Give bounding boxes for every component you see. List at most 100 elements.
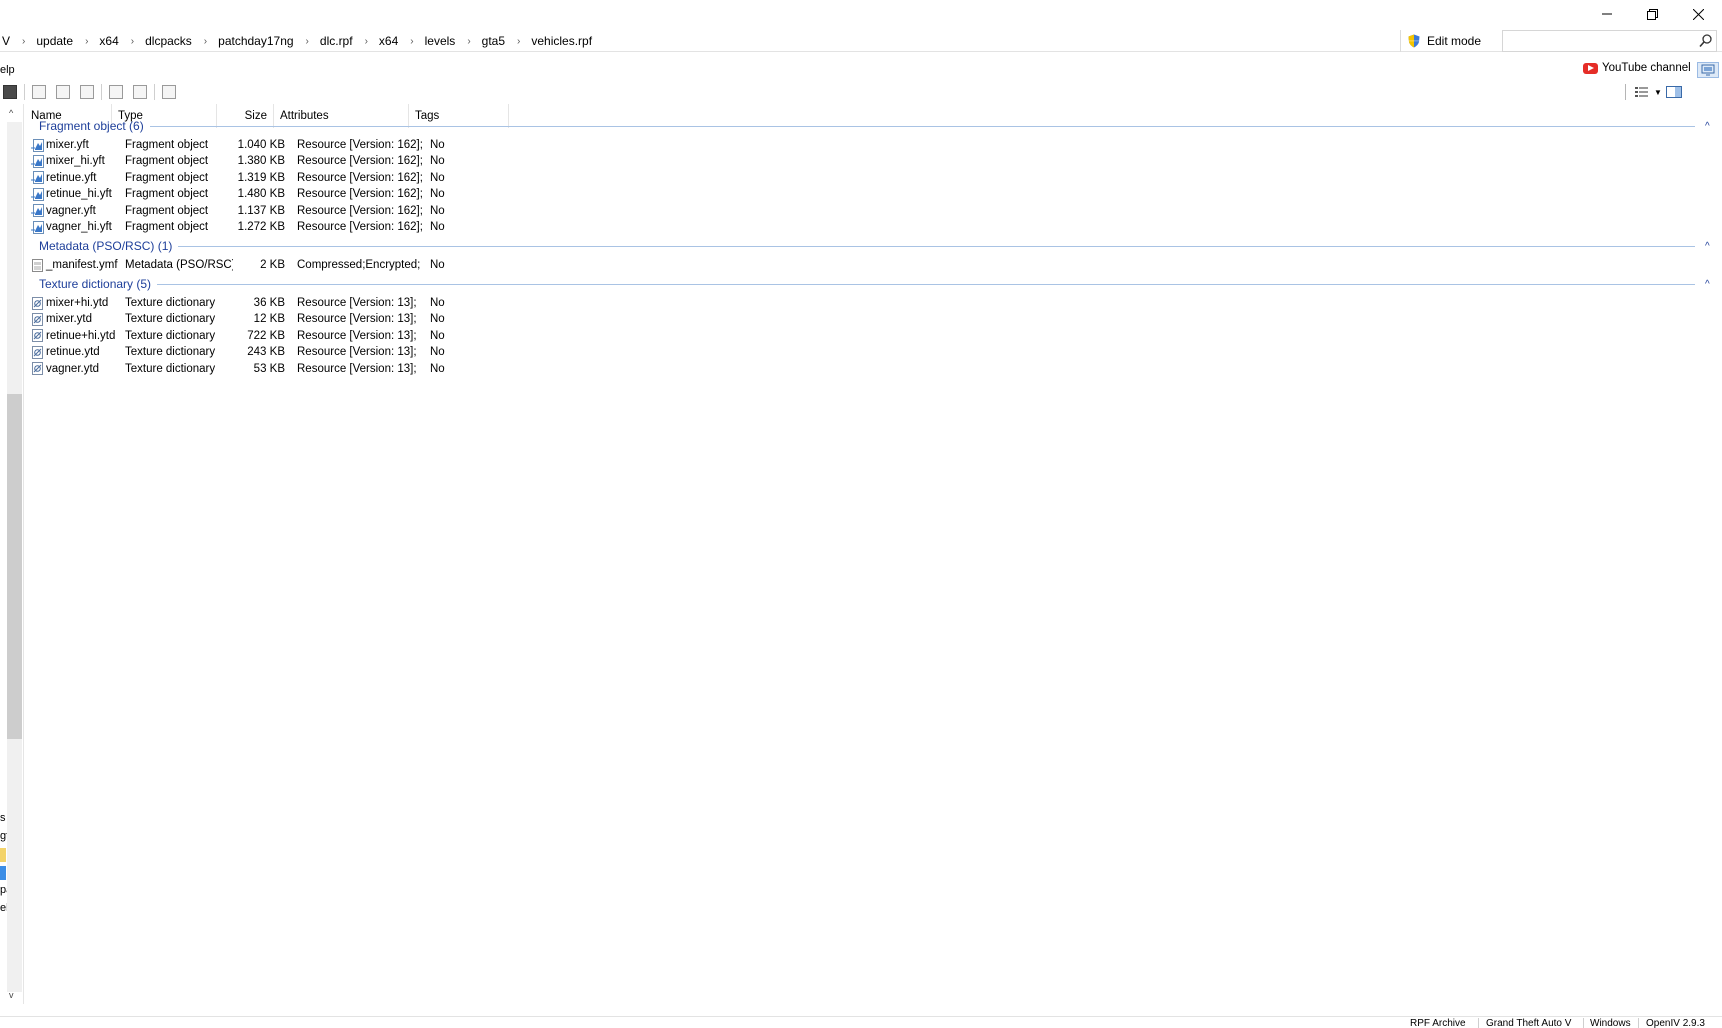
- search-input[interactable]: [1503, 31, 1688, 51]
- minimize-icon: [1602, 13, 1612, 15]
- menu-help-partial[interactable]: elp: [0, 64, 15, 76]
- view-details-icon[interactable]: [1634, 85, 1650, 99]
- file-tags: No: [430, 329, 445, 342]
- file-name: mixer+hi.ytd: [46, 297, 109, 309]
- document-icon[interactable]: [56, 85, 70, 99]
- breadcrumb-chevron-icon[interactable]: ›: [355, 36, 377, 47]
- file-name-cell[interactable]: vagner.yft: [25, 204, 119, 218]
- chevron-down-icon[interactable]: v: [9, 990, 14, 1000]
- text-icon[interactable]: [80, 85, 94, 99]
- file-name-cell[interactable]: _manifest.ymf: [25, 258, 119, 272]
- group-header[interactable]: Texture dictionary (5) ^: [25, 274, 1715, 294]
- breadcrumb-item[interactable]: x64: [97, 34, 120, 48]
- breadcrumb-item[interactable]: gta5: [480, 34, 507, 48]
- group-header[interactable]: Fragment object (6) ^: [25, 116, 1715, 136]
- breadcrumb-item[interactable]: update: [34, 34, 75, 48]
- file-row[interactable]: _manifest.ymf Metadata (PSO/RSC) 2 KB Compr…: [25, 256, 514, 274]
- file-name: _manifest.ymf: [46, 259, 118, 271]
- youtube-channel-link[interactable]: YouTube channel: [1583, 62, 1691, 74]
- breadcrumb-partial[interactable]: V: [0, 34, 12, 48]
- file-name: retinue.yft: [46, 171, 97, 184]
- view-tools: ▼: [1625, 82, 1682, 102]
- file-row[interactable]: mixer+hi.ytd Texture dictionary 36 KB Resou…: [25, 294, 514, 312]
- breadcrumb-chevron-icon[interactable]: ›: [457, 36, 479, 47]
- file-row[interactable]: retinue.yft Fragment object 1.319 KB Resour…: [25, 169, 514, 187]
- chevron-up-icon[interactable]: ^: [1705, 279, 1715, 290]
- preview-pane-icon[interactable]: [1665, 85, 1682, 99]
- file-row[interactable]: retinue.ytd Texture dictionary 243 KB Resou…: [25, 343, 514, 361]
- breadcrumb-item[interactable]: patchday17ng: [216, 34, 295, 48]
- file-row[interactable]: vagner.yft Fragment object 1.137 KB Resourc…: [25, 202, 514, 220]
- edit-mode-button[interactable]: Edit mode: [1400, 30, 1502, 52]
- breadcrumb-item[interactable]: vehicles.rpf: [529, 34, 594, 48]
- close-button[interactable]: [1675, 0, 1721, 28]
- file-name-cell[interactable]: retinue.yft: [25, 171, 119, 185]
- file-row[interactable]: mixer_hi.yft Fragment object 1.380 KB Resou…: [25, 152, 514, 170]
- breadcrumb-item[interactable]: levels: [423, 34, 458, 48]
- file-row[interactable]: retinue_hi.yft Fragment object 1.480 KB Res…: [25, 185, 514, 203]
- file-name: vagner.yft: [46, 204, 96, 217]
- status-version: OpenIV 2.9.3: [1646, 1018, 1705, 1028]
- nav-scroll-thumb[interactable]: [7, 394, 22, 739]
- group-header[interactable]: Metadata (PSO/RSC) (1) ^: [25, 236, 1715, 256]
- file-tags: No: [430, 297, 445, 309]
- file-tags: No: [430, 221, 445, 233]
- minimize-button[interactable]: [1584, 0, 1630, 28]
- nav-item-partial[interactable]: el: [0, 902, 7, 914]
- nav-scrollbar[interactable]: [7, 122, 22, 992]
- find-icon[interactable]: [32, 85, 46, 99]
- file-name-cell[interactable]: mixer_hi.yft: [25, 154, 119, 168]
- breadcrumb-chevron-icon[interactable]: ›: [194, 36, 216, 47]
- file-name-cell[interactable]: retinue+hi.ytd: [25, 329, 119, 343]
- file-name-cell[interactable]: vagner.ytd: [25, 362, 119, 376]
- breadcrumb-chevron-icon[interactable]: ›: [75, 36, 97, 47]
- toolbar-separator: [154, 84, 155, 100]
- file-name-cell[interactable]: mixer.yft: [25, 138, 119, 152]
- restore-button[interactable]: [1629, 0, 1675, 28]
- save-icon[interactable]: [3, 85, 17, 99]
- breadcrumb-chevron-icon[interactable]: ›: [296, 36, 318, 47]
- shield-icon: [1408, 34, 1420, 48]
- file-row[interactable]: mixer.ytd Texture dictionary 12 KB Resource…: [25, 310, 514, 328]
- file-name: vagner.ytd: [46, 362, 100, 375]
- breadcrumb-item[interactable]: dlc.rpf: [318, 34, 355, 48]
- nav-item-partial[interactable]: gt: [0, 830, 7, 842]
- file-name: mixer_hi.yft: [46, 155, 105, 168]
- nav-item-partial[interactable]: s: [0, 812, 7, 824]
- breadcrumb-chevron-icon[interactable]: ›: [12, 36, 34, 47]
- file-row[interactable]: mixer.yft Fragment object 1.040 KB Resource…: [25, 136, 514, 154]
- breadcrumb-item[interactable]: x64: [377, 34, 400, 48]
- nav-item-partial[interactable]: pa: [0, 884, 7, 896]
- file-name-cell[interactable]: mixer+hi.ytd: [25, 296, 119, 310]
- search-box[interactable]: [1502, 30, 1717, 52]
- file-row[interactable]: retinue+hi.ytd Texture dictionary 722 KB Re…: [25, 327, 514, 345]
- chevron-up-icon[interactable]: ^: [9, 108, 13, 118]
- breadcrumb-chevron-icon[interactable]: ›: [121, 36, 143, 47]
- file-size: 1.040 KB: [237, 139, 285, 151]
- fragment-file-icon: [31, 220, 44, 234]
- file-type: Metadata (PSO/RSC): [125, 259, 233, 271]
- chevron-up-icon[interactable]: ^: [1705, 121, 1715, 132]
- breadcrumb-item[interactable]: dlcpacks: [143, 34, 194, 48]
- file-name-cell[interactable]: retinue_hi.yft: [25, 187, 119, 201]
- search-icon[interactable]: [1699, 34, 1712, 48]
- file-attributes: Resource [Version: 13];: [297, 313, 417, 326]
- properties-icon[interactable]: [162, 85, 176, 99]
- texture-file-icon: [31, 345, 44, 359]
- file-row[interactable]: vagner_hi.yft Fragment object 1.272 KB Reso…: [25, 218, 514, 236]
- chevron-down-icon[interactable]: ▼: [1654, 88, 1662, 97]
- breadcrumb-chevron-icon[interactable]: ›: [507, 36, 529, 47]
- file-name-cell[interactable]: mixer.ytd: [25, 312, 119, 326]
- file-name-cell[interactable]: retinue.ytd: [25, 345, 119, 359]
- group-divider: [149, 125, 1695, 127]
- export-icon[interactable]: [133, 85, 147, 99]
- file-row[interactable]: vagner.ytd Texture dictionary 53 KB Resourc…: [25, 360, 514, 378]
- file-size: 2 KB: [260, 259, 285, 271]
- status-separator: [1478, 1018, 1479, 1028]
- status-bar: RPF Archive Grand Theft Auto V Windows O…: [0, 1016, 1722, 1028]
- import-icon[interactable]: [109, 85, 123, 99]
- monitor-button[interactable]: [1697, 62, 1719, 78]
- chevron-up-icon[interactable]: ^: [1705, 241, 1715, 252]
- file-name-cell[interactable]: vagner_hi.yft: [25, 220, 119, 234]
- breadcrumb-chevron-icon[interactable]: ›: [400, 36, 422, 47]
